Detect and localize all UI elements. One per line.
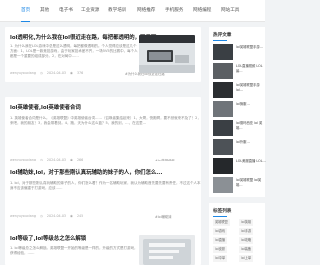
hot-article-item[interactable]: lol换服… <box>213 101 261 121</box>
nav-item-industry[interactable]: 工业资源 <box>81 0 99 22</box>
nav-item-programming[interactable]: 网络编程 <box>193 0 211 22</box>
hot-article-title[interactable]: lol英雄联盟手游… <box>236 45 266 59</box>
hot-article-title[interactable]: LOL美服直播 LOL… <box>236 159 266 173</box>
hot-article-item[interactable]: LOL直播视频 LOL最… <box>213 63 263 83</box>
sidebar: 热评文章 lol英雄联盟手游… LOL直播视频 LOL最… lol英雄联盟手游 … <box>205 27 266 265</box>
calendar-icon: ◷ <box>39 214 43 218</box>
tag-chip[interactable]: lol游戏 <box>213 228 228 235</box>
tag-chip[interactable]: lol英雄 <box>239 219 254 226</box>
article-meta: wenyuyouxiang ◷ 2024-04-03 ◉ 376 <box>10 71 83 75</box>
hot-article-title[interactable]: LOL直播视频 LOL最… <box>236 64 266 78</box>
tag-chip[interactable]: lol手游 <box>239 228 254 235</box>
article-excerpt: 1. lol等级总之怎么解锁。英雄联盟一开始的等级是一样的，升级的方式是打游戏，… <box>10 246 138 256</box>
hot-article-thumbnail[interactable] <box>213 139 233 155</box>
article-title[interactable]: lol辅助妹,lol，对于那些刚认真玩辅助的妹子的人，你们怎么... <box>10 168 162 176</box>
hot-articles-box: 热评文章 lol英雄联盟手游… LOL直播视频 LOL最… lol英雄联盟手游 … <box>209 27 266 197</box>
nav-item-network[interactable]: 网络推荐 <box>137 0 155 22</box>
tag-list-box: 标签列表 英雄联盟 lol英雄 lol游戏 lol手游 lol直播 lol攻略 … <box>209 203 265 265</box>
eye-icon: ◉ <box>70 71 73 75</box>
hot-article-item[interactable]: lol英雄联盟手游 lol… <box>213 82 261 102</box>
nav-item-mobile[interactable]: 手机服务 <box>165 0 183 22</box>
tag-chip[interactable]: lol直播 <box>213 237 228 244</box>
hot-article-item[interactable]: lol外服… <box>213 139 261 159</box>
article-excerpt: 1. 英雄使者合词是什么。《英雄联盟》中英雄使者台词……（召唤者集结起来）1，大… <box>10 116 201 126</box>
hot-article-title[interactable]: lol英雄联盟手游 lol… <box>236 83 266 97</box>
publish-date: 2024-04-03 <box>46 71 67 75</box>
article-meta: wenyuyouxiang ◷ 2024-04-03 ◉ 245 <box>10 214 83 218</box>
hot-article-title[interactable]: lol外服… <box>236 140 266 154</box>
hot-article-title[interactable]: lol英雄联盟 lol英雄… <box>236 178 266 192</box>
article-excerpt: 1. 为什么我在LOL游戏中总是这么透明，每把都像透明的。个人觉得应该是这几个方… <box>10 44 138 59</box>
tag-list-title: 标签列表 <box>213 209 232 217</box>
calendar-icon: ◷ <box>39 71 43 75</box>
tag-chip[interactable]: lol攻略 <box>239 237 254 244</box>
hot-article-thumbnail[interactable] <box>213 120 233 136</box>
nav-item-other[interactable]: 其他 <box>40 0 49 22</box>
hot-article-title[interactable]: lol德玛西亚 lol 英雄… <box>236 121 266 135</box>
nav-item-training[interactable]: 教学培训 <box>108 0 126 22</box>
top-nav: 首页 其他 电子书 工业资源 教学培训 网络推荐 手机服务 网络编程 网站工具 <box>0 0 265 22</box>
hot-article-item[interactable]: LOL美服直播 LOL… <box>213 158 266 178</box>
nav-item-tools[interactable]: 网站工具 <box>221 0 239 22</box>
tag-chip[interactable]: lol中单 <box>213 255 228 262</box>
article-card[interactable]: lol透明化,为什么我在lol很近走在路，每把都透明的，不足可... 1. 为什… <box>5 27 201 82</box>
hot-articles-title: 热评文章 <box>213 33 232 41</box>
hot-article-item[interactable]: lol英雄联盟 lol英雄… <box>213 177 261 197</box>
article-title[interactable]: lol等级了,lol等级总之怎么解锁 <box>10 234 86 242</box>
hot-article-item[interactable]: lol英雄联盟手游… <box>213 44 263 64</box>
article-tag[interactable]: #lol辅助妹 <box>155 214 172 219</box>
hot-article-item[interactable]: lol德玛西亚 lol 英雄… <box>213 120 262 140</box>
hot-article-thumbnail[interactable] <box>213 63 233 79</box>
article-thumbnail[interactable] <box>139 35 195 73</box>
hot-article-thumbnail[interactable] <box>213 82 233 98</box>
tag-chip[interactable]: lol装备 <box>239 246 254 253</box>
author-name[interactable]: wenyuyouxiang <box>10 214 36 218</box>
article-excerpt: 1. lol，对于那些刚认真玩辅助的妹子的人，你们怎么看？作为一名辅助玩家，我认… <box>10 181 201 191</box>
publish-date: 2024-04-03 <box>46 214 67 218</box>
nav-item-ebook[interactable]: 电子书 <box>59 0 73 22</box>
hot-article-thumbnail[interactable] <box>213 158 233 174</box>
tag-chip[interactable]: lol上单 <box>239 255 254 262</box>
article-card[interactable]: lol等级了,lol等级总之怎么解锁 1. lol等级总之怎么解锁。英雄联盟一开… <box>5 227 201 265</box>
view-count: 245 <box>76 214 84 218</box>
tag-chip[interactable]: lol皮肤 <box>213 246 228 253</box>
nav-item-home[interactable]: 首页 <box>21 0 31 22</box>
hot-article-thumbnail[interactable] <box>213 177 233 193</box>
article-title[interactable]: lol英雄使者,lol英雄使者合词 <box>10 103 81 111</box>
article-thumbnail[interactable] <box>139 235 195 265</box>
view-count: 376 <box>76 71 84 75</box>
hot-article-thumbnail[interactable] <box>213 44 233 60</box>
hot-article-title[interactable]: lol换服… <box>236 102 266 116</box>
eye-icon: ◉ <box>70 214 73 218</box>
article-card[interactable]: lol辅助妹,lol，对于那些刚认真玩辅助的妹子的人，你们怎么... 1. lo… <box>5 161 201 237</box>
tag-chip[interactable]: 英雄联盟 <box>213 219 230 226</box>
author-name[interactable]: wenyuyouxiang <box>10 71 36 75</box>
hot-article-thumbnail[interactable] <box>213 101 233 117</box>
